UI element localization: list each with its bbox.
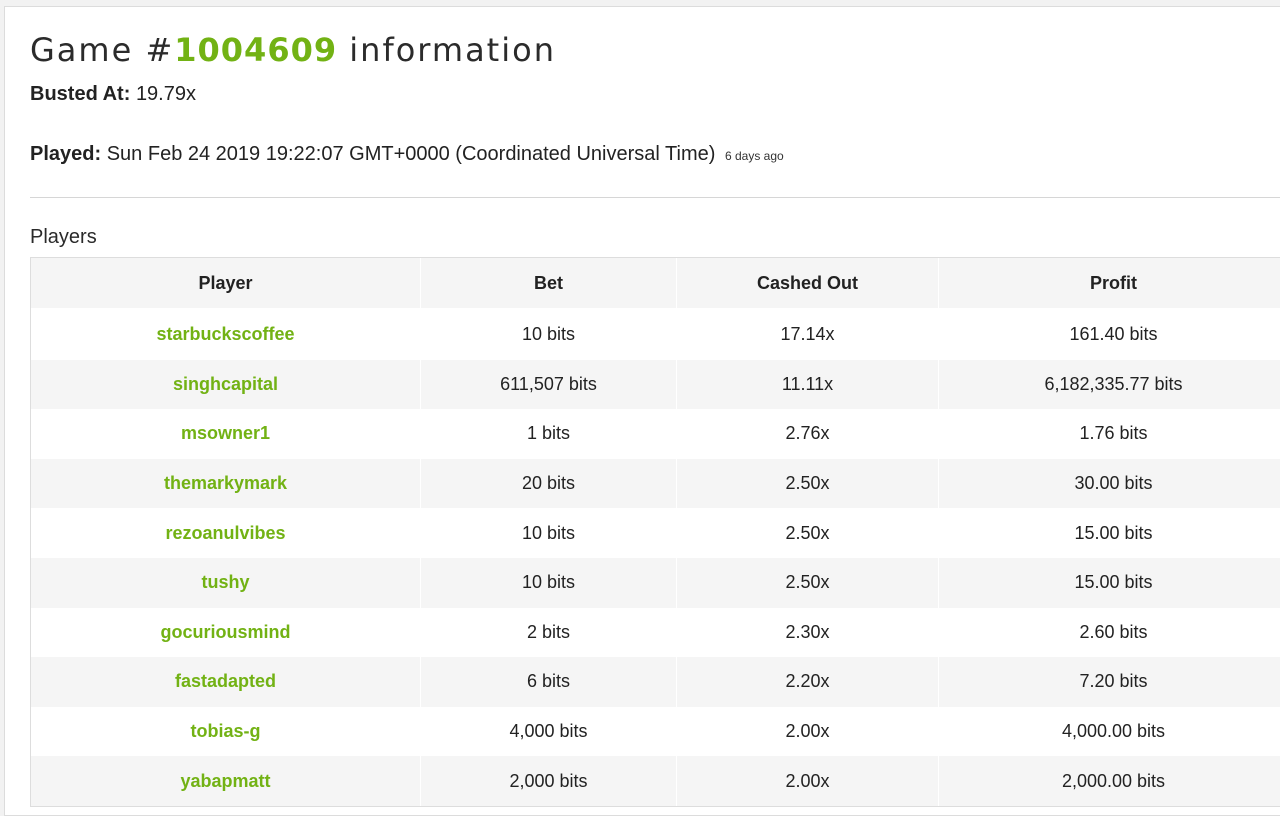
- bet-cell: 611,507 bits: [421, 359, 677, 410]
- players-heading: Players: [30, 226, 97, 248]
- cashed-out-cell: 2.50x: [677, 458, 939, 509]
- bet-cell: 10 bits: [421, 310, 677, 360]
- player-cell: tushy: [31, 557, 421, 608]
- table-row: fastadapted 6 bits 2.20x 7.20 bits: [31, 657, 1280, 707]
- player-cell: singhcapital: [31, 359, 421, 410]
- cashed-out-cell: 11.11x: [677, 359, 939, 410]
- section-divider: [30, 197, 1280, 198]
- column-header-bet: Bet: [421, 258, 677, 310]
- player-link[interactable]: msowner1: [181, 423, 270, 443]
- player-cell: starbuckscoffee: [31, 310, 421, 360]
- profit-cell: 161.40 bits: [939, 310, 1280, 360]
- cashed-out-cell: 2.00x: [677, 756, 939, 806]
- players-table-header-row: Player Bet Cashed Out Profit: [31, 258, 1280, 310]
- played-ago: 6 days ago: [724, 149, 784, 163]
- player-link[interactable]: tushy: [201, 572, 249, 592]
- cashed-out-cell: 2.50x: [677, 557, 939, 608]
- busted-at-value: 19.79x: [135, 83, 196, 105]
- profit-cell: 4,000.00 bits: [939, 706, 1280, 757]
- busted-at-line: Busted At: 19.79x: [30, 83, 196, 106]
- bet-cell: 10 bits: [421, 508, 677, 558]
- player-cell: msowner1: [31, 409, 421, 459]
- player-cell: gocuriousmind: [31, 607, 421, 658]
- game-info-panel: Game #1004609 information Busted At: 19.…: [4, 6, 1280, 816]
- cashed-out-cell: 2.30x: [677, 607, 939, 658]
- bet-cell: 2,000 bits: [421, 756, 677, 806]
- player-link[interactable]: rezoanulvibes: [165, 523, 285, 543]
- player-cell: yabapmatt: [31, 756, 421, 806]
- players-table: Player Bet Cashed Out Profit starbucksco…: [31, 258, 1280, 806]
- player-link[interactable]: gocuriousmind: [161, 622, 291, 642]
- title-prefix: Game #: [30, 31, 175, 69]
- player-link[interactable]: starbuckscoffee: [156, 324, 294, 344]
- table-row: singhcapital 611,507 bits 11.11x 6,182,3…: [31, 359, 1280, 410]
- busted-at-label: Busted At:: [30, 83, 131, 105]
- player-cell: rezoanulvibes: [31, 508, 421, 558]
- page-title: Game #1004609 information: [30, 31, 556, 69]
- played-line: Played: Sun Feb 24 2019 19:22:07 GMT+000…: [30, 143, 784, 166]
- players-table-container: Player Bet Cashed Out Profit starbucksco…: [30, 257, 1280, 807]
- player-link[interactable]: themarkymark: [164, 473, 287, 493]
- bet-cell: 10 bits: [421, 557, 677, 608]
- player-cell: fastadapted: [31, 657, 421, 707]
- cashed-out-cell: 17.14x: [677, 310, 939, 360]
- player-cell: themarkymark: [31, 458, 421, 509]
- profit-cell: 1.76 bits: [939, 409, 1280, 459]
- profit-cell: 15.00 bits: [939, 508, 1280, 558]
- profit-cell: 15.00 bits: [939, 557, 1280, 608]
- table-row: tobias-g 4,000 bits 2.00x 4,000.00 bits: [31, 706, 1280, 757]
- player-link[interactable]: singhcapital: [173, 374, 278, 394]
- table-row: yabapmatt 2,000 bits 2.00x 2,000.00 bits: [31, 756, 1280, 806]
- player-link[interactable]: yabapmatt: [180, 771, 270, 791]
- table-row: starbuckscoffee 10 bits 17.14x 161.40 bi…: [31, 310, 1280, 360]
- table-row: tushy 10 bits 2.50x 15.00 bits: [31, 557, 1280, 608]
- player-link[interactable]: tobias-g: [191, 721, 261, 741]
- played-value: Sun Feb 24 2019 19:22:07 GMT+0000 (Coord…: [106, 143, 716, 165]
- bet-cell: 1 bits: [421, 409, 677, 459]
- cashed-out-cell: 2.00x: [677, 706, 939, 757]
- bet-cell: 6 bits: [421, 657, 677, 707]
- cashed-out-cell: 2.50x: [677, 508, 939, 558]
- profit-cell: 7.20 bits: [939, 657, 1280, 707]
- column-header-player: Player: [31, 258, 421, 310]
- title-suffix: information: [337, 31, 556, 69]
- table-row: gocuriousmind 2 bits 2.30x 2.60 bits: [31, 607, 1280, 658]
- column-header-cashed-out: Cashed Out: [677, 258, 939, 310]
- game-id: 1004609: [174, 31, 338, 69]
- column-header-profit: Profit: [939, 258, 1280, 310]
- cashed-out-cell: 2.76x: [677, 409, 939, 459]
- cashed-out-cell: 2.20x: [677, 657, 939, 707]
- profit-cell: 2,000.00 bits: [939, 756, 1280, 806]
- bet-cell: 20 bits: [421, 458, 677, 509]
- bet-cell: 2 bits: [421, 607, 677, 658]
- bet-cell: 4,000 bits: [421, 706, 677, 757]
- profit-cell: 6,182,335.77 bits: [939, 359, 1280, 410]
- player-cell: tobias-g: [31, 706, 421, 757]
- table-row: rezoanulvibes 10 bits 2.50x 15.00 bits: [31, 508, 1280, 558]
- table-row: themarkymark 20 bits 2.50x 30.00 bits: [31, 458, 1280, 509]
- profit-cell: 30.00 bits: [939, 458, 1280, 509]
- profit-cell: 2.60 bits: [939, 607, 1280, 658]
- table-row: msowner1 1 bits 2.76x 1.76 bits: [31, 409, 1280, 459]
- played-label: Played:: [30, 143, 102, 165]
- player-link[interactable]: fastadapted: [175, 671, 276, 691]
